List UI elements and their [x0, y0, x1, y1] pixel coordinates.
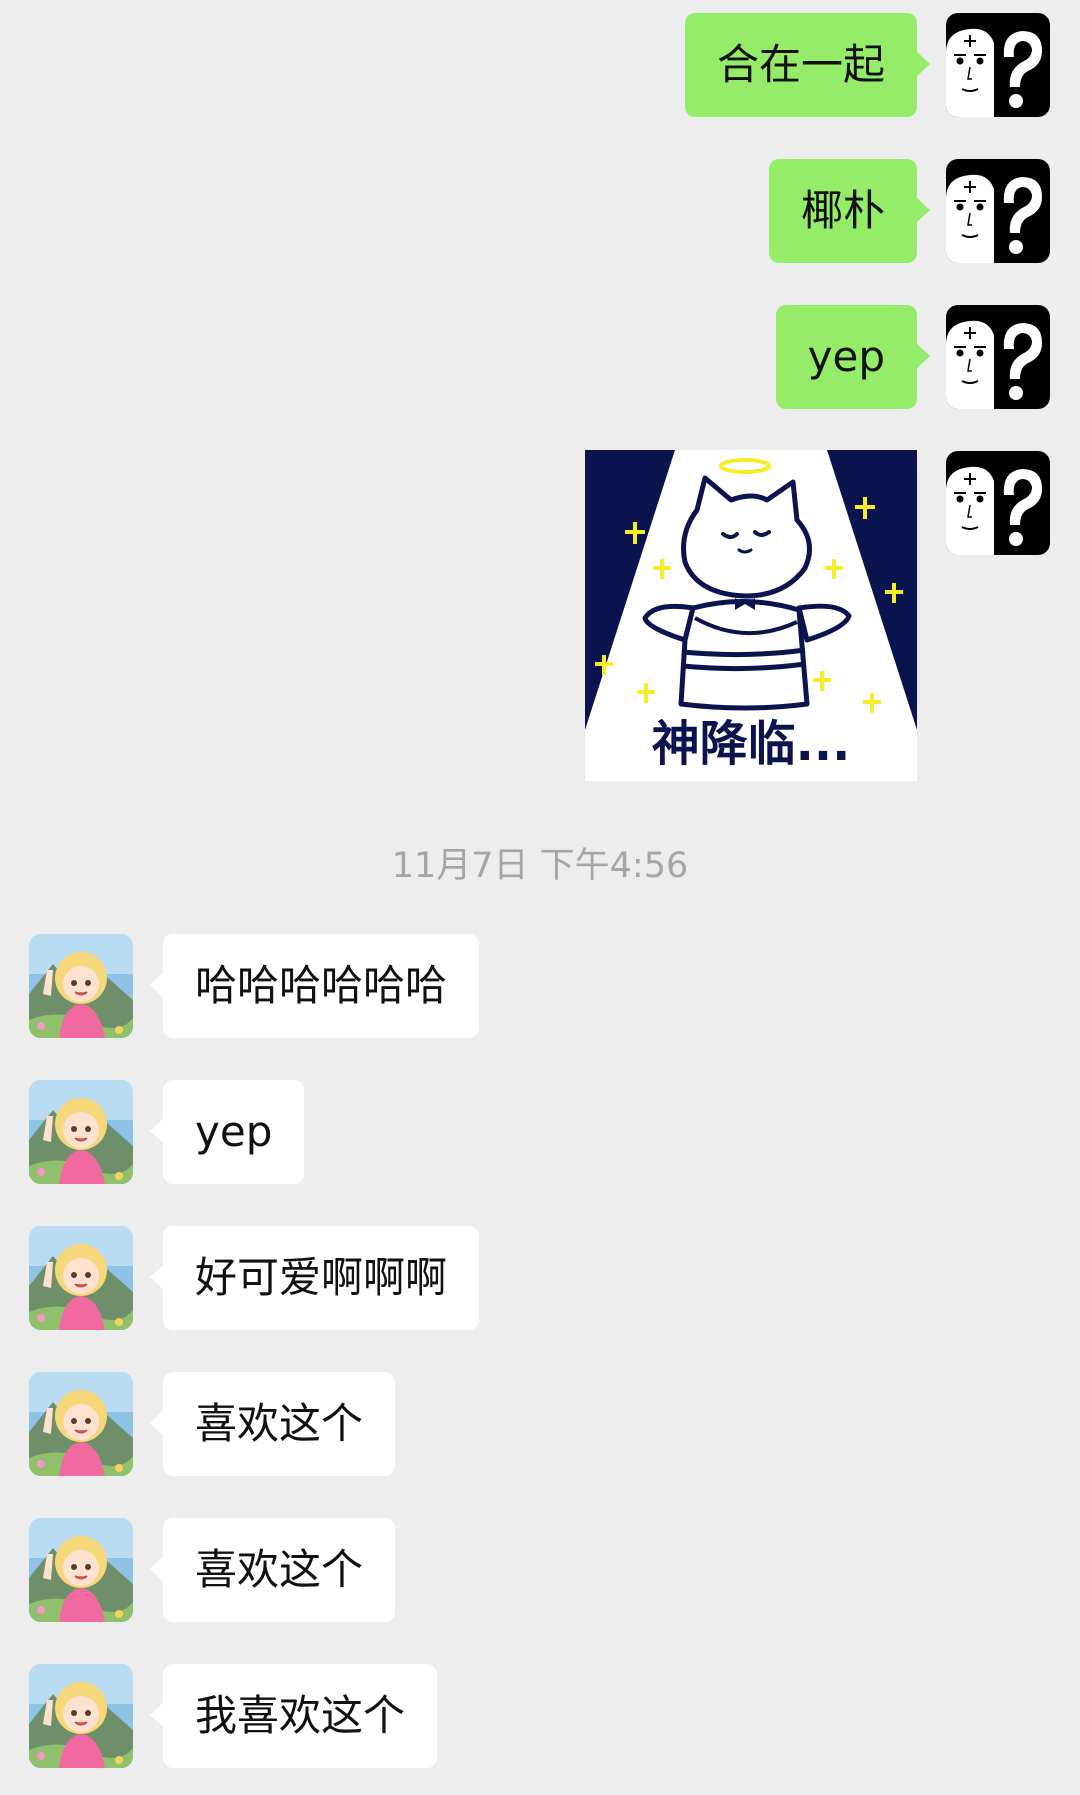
friend-avatar[interactable]: [29, 1226, 133, 1330]
angel-cat-sticker-icon: 神降临...: [585, 450, 917, 781]
anime-girl-icon: [29, 934, 133, 1038]
message-row-outgoing-sticker: [0, 451, 1080, 555]
angel-cat-sticker[interactable]: 神降临...: [585, 450, 917, 781]
message-row-incoming: 喜欢这个: [0, 1518, 1080, 1622]
message-row-incoming: yep: [0, 1080, 1080, 1184]
incoming-message-bubble[interactable]: 喜欢这个: [149, 1372, 396, 1476]
outgoing-message-bubble[interactable]: yep: [775, 305, 931, 409]
friend-avatar[interactable]: [29, 934, 133, 1038]
anime-girl-icon: [29, 1664, 133, 1768]
anime-girl-icon: [29, 1226, 133, 1330]
my-avatar[interactable]: [946, 451, 1050, 555]
incoming-message-bubble[interactable]: 好可爱啊啊啊: [149, 1226, 480, 1330]
incoming-message-bubble[interactable]: 我喜欢这个: [149, 1664, 438, 1768]
incoming-message-bubble[interactable]: 哈哈哈哈哈哈: [149, 934, 480, 1038]
outgoing-message-bubble[interactable]: 合在一起: [684, 13, 931, 117]
message-row-incoming: 好可爱啊啊啊: [0, 1226, 1080, 1330]
my-avatar[interactable]: [946, 13, 1050, 117]
friend-avatar[interactable]: [29, 1080, 133, 1184]
incoming-message-bubble[interactable]: yep: [149, 1080, 305, 1184]
my-avatar[interactable]: [946, 159, 1050, 263]
message-row-incoming: 我喜欢这个: [0, 1664, 1080, 1768]
anime-girl-icon: [29, 1372, 133, 1476]
chat-timestamp: 11月7日 下午4:56: [391, 846, 689, 886]
question-mark-face-icon: [946, 159, 1050, 263]
incoming-message-bubble[interactable]: 喜欢这个: [149, 1518, 396, 1622]
question-mark-face-icon: [946, 13, 1050, 117]
outgoing-message-bubble[interactable]: 椰朴: [768, 159, 931, 263]
friend-avatar[interactable]: [29, 1518, 133, 1622]
question-mark-face-icon: [946, 305, 1050, 409]
message-row-outgoing: yep: [0, 305, 1080, 409]
message-row-incoming: 哈哈哈哈哈哈: [0, 934, 1080, 1038]
anime-girl-icon: [29, 1080, 133, 1184]
sticker-caption: 神降临...: [652, 716, 851, 772]
message-row-incoming: 喜欢这个: [0, 1372, 1080, 1476]
friend-avatar[interactable]: [29, 1664, 133, 1768]
my-avatar[interactable]: [946, 305, 1050, 409]
message-row-outgoing: 合在一起: [0, 13, 1080, 117]
question-mark-face-icon: [946, 451, 1050, 555]
friend-avatar[interactable]: [29, 1372, 133, 1476]
anime-girl-icon: [29, 1518, 133, 1622]
message-row-outgoing: 椰朴: [0, 159, 1080, 263]
